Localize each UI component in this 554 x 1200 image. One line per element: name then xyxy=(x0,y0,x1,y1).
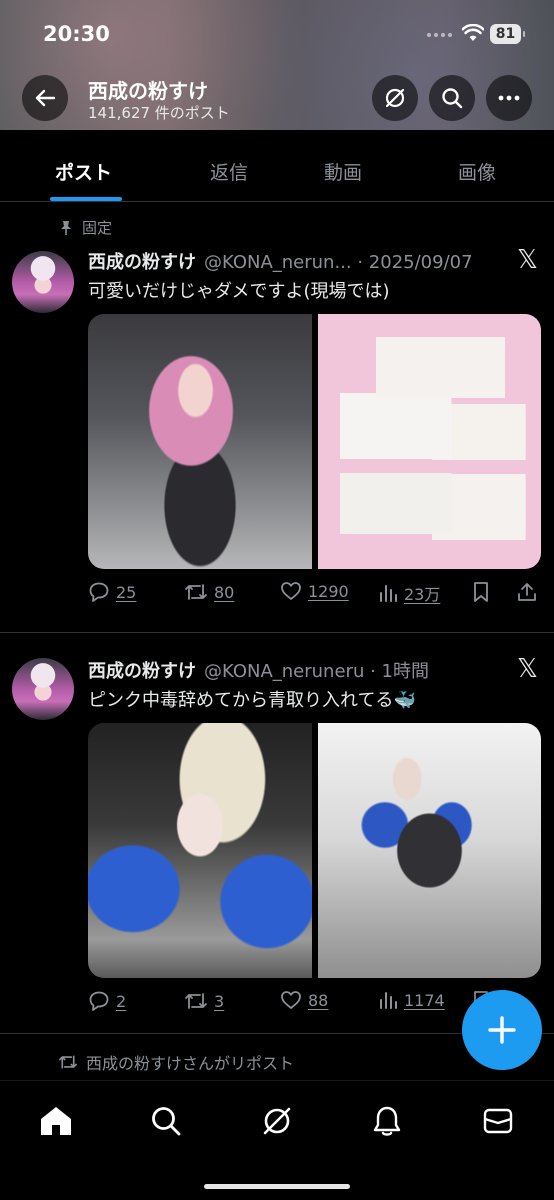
views-action[interactable]: 23万 xyxy=(378,581,440,605)
nav-grok[interactable] xyxy=(257,1101,297,1141)
grok-icon xyxy=(385,88,405,108)
reply-action[interactable]: 2 xyxy=(88,990,126,1012)
arrow-left-icon xyxy=(35,89,56,107)
photo-blue-hair-squat[interactable] xyxy=(317,723,541,978)
nav-home[interactable] xyxy=(36,1101,76,1141)
tweet-media xyxy=(88,723,541,978)
author-name[interactable]: 西成の粉すけ xyxy=(88,248,196,274)
plus-icon xyxy=(488,1016,516,1044)
like-count: 88 xyxy=(308,990,329,1010)
nav-messages[interactable] xyxy=(478,1101,518,1141)
back-button[interactable] xyxy=(22,75,68,121)
profile-header: 20:30 81 西成の粉すけ 141,627 件のポスト xyxy=(0,0,554,130)
avatar[interactable] xyxy=(12,251,74,313)
compose-button[interactable] xyxy=(462,990,542,1070)
search-button[interactable] xyxy=(429,75,475,121)
reply-action[interactable]: 25 xyxy=(88,581,136,603)
repost-context: 西成の粉すけさんがリポスト xyxy=(58,1050,294,1074)
pin-icon xyxy=(61,220,71,235)
x-logo-icon: 𝕏 xyxy=(517,654,538,684)
share-icon xyxy=(518,583,536,601)
view-count: 1174 xyxy=(404,990,445,1010)
repost-icon xyxy=(58,1055,77,1069)
status-time: 20:30 xyxy=(43,22,110,46)
photo-licenses[interactable] xyxy=(317,314,541,569)
views-icon xyxy=(380,992,397,1009)
home-icon xyxy=(41,1107,71,1135)
signal-icon xyxy=(427,33,452,37)
search-icon xyxy=(442,88,463,109)
reply-count: 2 xyxy=(116,991,127,1011)
handle-and-time: @KONA_nerun... · 2025/09/07 xyxy=(204,252,473,273)
repost-count: 3 xyxy=(214,991,225,1011)
repost-action[interactable]: 3 xyxy=(184,990,224,1012)
tweet-header: 西成の粉すけ @KONA_neruneru · 1時間 xyxy=(88,657,429,683)
battery-indicator: 81 xyxy=(490,24,525,44)
author-name[interactable]: 西成の粉すけ xyxy=(88,657,196,683)
view-count: 23万 xyxy=(404,585,441,604)
tab-images[interactable]: 画像 xyxy=(458,158,496,185)
reply-icon xyxy=(89,582,109,602)
tweet[interactable]: 西成の粉すけ @KONA_neruneru · 1時間 𝕏 ピンク中毒辞めてから… xyxy=(0,634,554,1034)
pinned-context: 固定 xyxy=(58,217,112,238)
nav-search[interactable] xyxy=(146,1101,186,1141)
like-action[interactable]: 88 xyxy=(280,990,328,1010)
repost-context-label: 西成の粉すけさんがリポスト xyxy=(86,1054,295,1073)
like-count: 1290 xyxy=(308,581,349,601)
search-icon xyxy=(152,1107,181,1136)
nav-notifications[interactable] xyxy=(367,1101,407,1141)
tab-posts[interactable]: ポスト xyxy=(55,158,112,185)
mail-icon xyxy=(483,1108,513,1134)
tweet-text: ピンク中毒辞めてから青取り入れてる🐳 xyxy=(88,690,416,711)
tweet-text: 可愛いだけじゃダメですよ(現場では) xyxy=(88,281,390,302)
pinned-label: 固定 xyxy=(82,219,113,237)
views-action[interactable]: 1174 xyxy=(378,990,445,1010)
status-bar: 20:30 81 xyxy=(0,0,554,68)
photo-pink-hair[interactable] xyxy=(88,314,312,569)
repost-action[interactable]: 80 xyxy=(184,581,234,603)
tab-videos[interactable]: 動画 xyxy=(324,158,362,185)
share-action[interactable] xyxy=(516,581,538,603)
more-horizontal-icon xyxy=(498,95,520,101)
grok-icon xyxy=(263,1107,291,1135)
x-logo-icon: 𝕏 xyxy=(517,245,538,275)
like-action[interactable]: 1290 xyxy=(280,581,349,601)
grok-button[interactable] xyxy=(372,75,418,121)
home-indicator xyxy=(204,1184,350,1189)
tweet-actions: 25 80 1290 23万 xyxy=(88,581,538,607)
avatar[interactable] xyxy=(12,658,74,720)
reply-count: 25 xyxy=(116,582,137,602)
views-icon xyxy=(380,585,397,602)
heart-icon xyxy=(281,991,301,1009)
bookmark-action[interactable] xyxy=(472,581,490,603)
tweet-media xyxy=(88,314,541,569)
profile-name: 西成の粉すけ xyxy=(88,79,208,103)
bottom-nav xyxy=(0,1080,554,1200)
profile-tabs: ポスト 返信 動画 画像 xyxy=(0,130,554,202)
handle-and-time: @KONA_neruneru · 1時間 xyxy=(204,661,429,682)
repost-count: 80 xyxy=(214,582,235,602)
repost-icon xyxy=(185,993,207,1009)
wifi-icon xyxy=(461,23,485,46)
post-count: 141,627 件のポスト xyxy=(88,104,230,122)
heart-icon xyxy=(281,582,301,600)
active-tab-indicator xyxy=(50,197,122,201)
reply-icon xyxy=(89,991,109,1011)
tweet[interactable]: 固定 西成の粉すけ @KONA_nerun... · 2025/09/07 𝕏 … xyxy=(0,203,554,633)
repost-icon xyxy=(185,584,207,600)
bookmark-icon xyxy=(474,582,488,602)
header-nav: 西成の粉すけ 141,627 件のポスト xyxy=(0,75,554,123)
photo-blue-hair-closeup[interactable] xyxy=(88,723,312,978)
bell-icon xyxy=(373,1106,401,1136)
tab-replies[interactable]: 返信 xyxy=(210,158,248,185)
more-button[interactable] xyxy=(486,75,532,121)
tweet-header: 西成の粉すけ @KONA_nerun... · 2025/09/07 xyxy=(88,248,473,274)
